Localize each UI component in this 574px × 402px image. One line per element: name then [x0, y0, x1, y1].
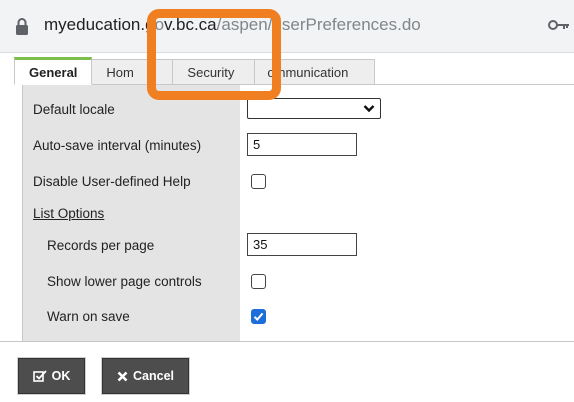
tab-bar: General Hom Security ommunication: [14, 57, 376, 85]
lower-controls-label: Show lower page controls: [47, 274, 202, 289]
tab-communication-label: ommunication: [267, 64, 349, 80]
warn-on-save-checkbox[interactable]: [251, 309, 266, 324]
cancel-button[interactable]: Cancel: [102, 358, 189, 394]
tab-home-label: Hom: [106, 64, 134, 80]
url-domain-obscured: o: [154, 15, 165, 34]
ok-button[interactable]: OK: [18, 358, 85, 394]
checkmark-icon: [253, 312, 264, 321]
records-per-page-label: Records per page: [47, 238, 155, 253]
autosave-input[interactable]: [247, 133, 357, 156]
row-disable-help: Disable User-defined Help: [23, 165, 574, 199]
chevron-down-icon: [363, 105, 375, 113]
url-domain-end: v.bc.ca: [164, 15, 217, 34]
tab-security[interactable]: Security: [173, 59, 256, 85]
tab-general-label: General: [29, 64, 78, 80]
lock-icon: [16, 18, 28, 35]
disable-help-checkbox[interactable]: [251, 174, 266, 189]
row-records-per-page: Records per page: [23, 229, 574, 263]
row-warn-on-save: Warn on save: [23, 300, 574, 334]
row-lower-controls: Show lower page controls: [23, 265, 574, 299]
ok-button-label: OK: [51, 369, 71, 383]
row-autosave: Auto-save interval (minutes): [23, 129, 574, 163]
tab-home[interactable]: Hom: [92, 59, 174, 85]
url-domain-start: myeducation.g: [44, 15, 155, 34]
warn-on-save-label: Warn on save: [47, 309, 130, 324]
browser-address-bar[interactable]: myeducation.gov.bc.ca/aspen/userPreferen…: [0, 0, 574, 52]
url-path: /aspen/userPreferences.do: [216, 15, 421, 34]
autosave-label: Auto-save interval (minutes): [33, 138, 202, 153]
disable-help-label: Disable User-defined Help: [33, 174, 191, 189]
tab-security-label: Security: [187, 64, 235, 80]
key-icon[interactable]: [548, 18, 570, 32]
general-panel: Default locale Auto-save interval (minut…: [22, 84, 574, 351]
close-icon: [117, 371, 128, 381]
row-list-options: List Options: [23, 197, 574, 231]
lower-controls-checkbox[interactable]: [251, 274, 266, 289]
url-text[interactable]: myeducation.gov.bc.ca/aspen/userPreferen…: [44, 15, 421, 35]
list-options-heading: List Options: [33, 206, 105, 221]
dialog-footer: OK Cancel: [0, 341, 574, 402]
row-default-locale: Default locale: [23, 93, 574, 127]
default-locale-label: Default locale: [33, 102, 115, 117]
checkbox-edit-icon: [32, 370, 47, 382]
cancel-button-label: Cancel: [133, 369, 174, 383]
records-per-page-input[interactable]: [247, 233, 357, 256]
default-locale-select[interactable]: [247, 98, 381, 119]
tab-general[interactable]: General: [14, 57, 93, 85]
preferences-dialog: General Hom Security ommunication Defaul…: [0, 52, 574, 402]
tab-communication[interactable]: ommunication: [255, 59, 376, 85]
